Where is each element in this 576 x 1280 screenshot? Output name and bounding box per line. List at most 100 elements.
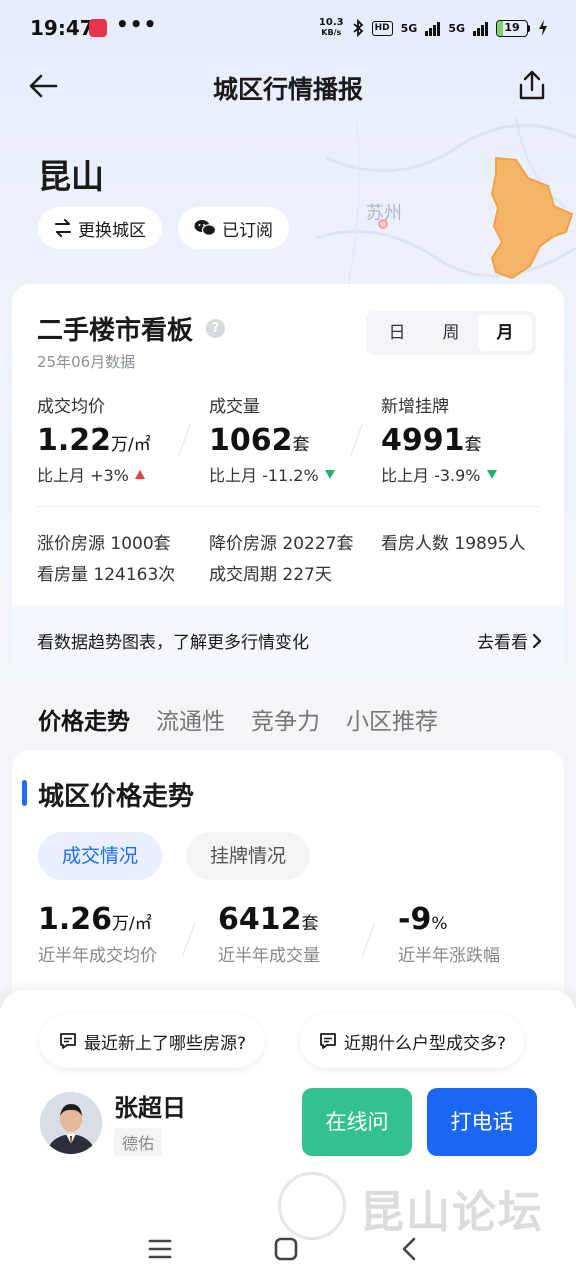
battery-fill	[497, 20, 503, 36]
more-notifications-icon: •••	[116, 12, 158, 36]
stat-value: 1.22	[37, 423, 112, 458]
quick-question-new-listings[interactable]: 最近新上了哪些房源?	[40, 1014, 265, 1068]
share-icon[interactable]	[514, 68, 550, 104]
view-count: 看房量 124163次	[37, 565, 176, 585]
go-see-link[interactable]: 去看看	[477, 628, 542, 653]
question-text: 近期什么户型成交多?	[344, 1033, 507, 1054]
rising-listings: 涨价房源 1000套	[37, 534, 171, 554]
half-year-avg-price: 1.26万/㎡ 近半年成交均价	[38, 902, 157, 966]
subscribed-label: 已订阅	[222, 220, 273, 241]
tab-competitiveness[interactable]: 竞争力	[251, 702, 320, 736]
chat-bubble-icon	[320, 1033, 336, 1049]
section-tabs: 价格走势 流通性 竞争力 小区推荐	[38, 702, 438, 736]
app-notification-icon	[89, 19, 107, 37]
status-bar: 19:47 ••• 10.3 KB/s HD 5G 5G 19	[0, 0, 576, 58]
page-title: 城区行情播报	[212, 75, 363, 104]
tab-liquidity[interactable]: 流通性	[156, 702, 225, 736]
stat-value: 1062	[209, 423, 293, 458]
battery-level: 19	[504, 20, 520, 34]
dashboard-title: 二手楼市看板	[37, 316, 194, 346]
stat-unit: 万/㎡	[112, 914, 152, 934]
stat-separator	[361, 922, 376, 958]
chevron-right-icon	[532, 633, 542, 648]
charging-icon	[539, 20, 547, 36]
stat-label: 近半年成交量	[218, 946, 320, 966]
stat-value: 1.26	[38, 902, 113, 937]
online-chat-button[interactable]: 在线问	[302, 1088, 412, 1156]
deal-cycle: 成交周期 227天	[209, 565, 332, 585]
trend-up-icon	[134, 469, 145, 479]
period-week[interactable]: 周	[424, 315, 478, 351]
battery-icon: 19	[496, 19, 530, 37]
period-selector: 日 周 月	[366, 311, 536, 355]
back-icon[interactable]	[393, 1232, 427, 1266]
stat-unit: 万/㎡	[111, 435, 151, 455]
stat-avg-price: 成交均价 1.22万/㎡ 比上月 +3%	[37, 392, 151, 486]
market-dashboard-card: 二手楼市看板 ? 25年06月数据 日 周 月 成交均价 1.22万/㎡ 比上月…	[12, 284, 564, 674]
kunshan-highlight-region	[490, 156, 574, 280]
status-indicators: 10.3 KB/s HD 5G 5G 19	[319, 18, 548, 38]
switch-city-label: 更换城区	[78, 220, 146, 241]
network-type-2: 5G	[448, 21, 465, 35]
stat-unit: 套	[292, 435, 310, 455]
trend-chart-prompt: 看数据趋势图表，了解更多行情变化	[37, 633, 309, 653]
tab-community-recommend[interactable]: 小区推荐	[346, 702, 438, 736]
wechat-icon	[194, 220, 216, 236]
stat-separator	[349, 422, 364, 458]
stat-change: 比上月 +3%	[37, 466, 129, 485]
divider	[37, 506, 539, 507]
menu-icon[interactable]	[143, 1232, 177, 1266]
network-speed: 10.3 KB/s	[319, 18, 344, 38]
stat-unit: 套	[301, 914, 319, 934]
stat-value: 4991	[381, 423, 465, 458]
signal-icon	[425, 20, 441, 36]
chip-transactions[interactable]: 成交情况	[38, 832, 163, 880]
quick-question-popular-layouts[interactable]: 近期什么户型成交多?	[300, 1014, 525, 1068]
agent-avatar[interactable]	[40, 1092, 102, 1154]
status-time: 19:47	[30, 16, 94, 40]
call-button[interactable]: 打电话	[427, 1088, 537, 1156]
trend-chart-link-bar[interactable]: 看数据趋势图表，了解更多行情变化 去看看	[12, 606, 564, 674]
bluetooth-icon	[353, 19, 363, 37]
stat-unit: 套	[464, 435, 482, 455]
help-icon[interactable]: ?	[206, 319, 225, 338]
stat-unit: %	[431, 914, 448, 934]
stat-label: 近半年涨跌幅	[398, 946, 500, 966]
chat-bubble-icon	[60, 1033, 76, 1049]
viewer-count: 看房人数 19895人	[381, 534, 526, 554]
system-navigation-bar	[0, 1220, 576, 1280]
stat-change: 比上月 -11.2%	[209, 466, 319, 485]
go-see-label: 去看看	[477, 633, 528, 653]
signal-icon	[473, 20, 488, 36]
trend-down-icon	[486, 469, 497, 479]
period-month[interactable]: 月	[478, 315, 532, 351]
falling-listings: 降价房源 20227套	[209, 534, 354, 554]
network-speed-value: 10.3	[318, 17, 344, 28]
map-city-dot	[378, 219, 388, 229]
network-speed-unit: KB/s	[321, 28, 342, 37]
stat-new-listings: 新增挂牌 4991套 比上月 -3.9%	[381, 392, 497, 486]
period-day[interactable]: 日	[370, 315, 424, 351]
stat-label: 成交量	[209, 397, 260, 417]
tab-price-trend[interactable]: 价格走势	[38, 702, 130, 736]
section-accent-bar	[22, 780, 27, 806]
stat-change: 比上月 -3.9%	[381, 466, 481, 485]
chip-listings[interactable]: 挂牌情况	[186, 832, 311, 880]
stat-volume: 成交量 1062套 比上月 -11.2%	[209, 392, 335, 486]
data-date: 25年06月数据	[37, 353, 136, 371]
swap-icon	[55, 219, 71, 237]
stat-label: 成交均价	[37, 397, 105, 417]
switch-city-button[interactable]: 更换城区	[38, 207, 162, 249]
home-icon[interactable]	[269, 1232, 303, 1266]
hd-badge: HD	[371, 20, 393, 36]
stat-value: 6412	[218, 902, 302, 937]
question-text: 最近新上了哪些房源?	[84, 1033, 247, 1054]
city-name: 昆山	[38, 157, 104, 196]
top-nav: 城区行情播报	[0, 58, 576, 114]
city-map-illustration	[316, 118, 576, 298]
half-year-volume: 6412套 近半年成交量	[218, 902, 320, 966]
stat-separator	[177, 422, 192, 458]
agent-company-badge: 德佑	[114, 1128, 163, 1156]
stat-separator	[181, 922, 196, 958]
subscribed-button[interactable]: 已订阅	[178, 207, 289, 249]
